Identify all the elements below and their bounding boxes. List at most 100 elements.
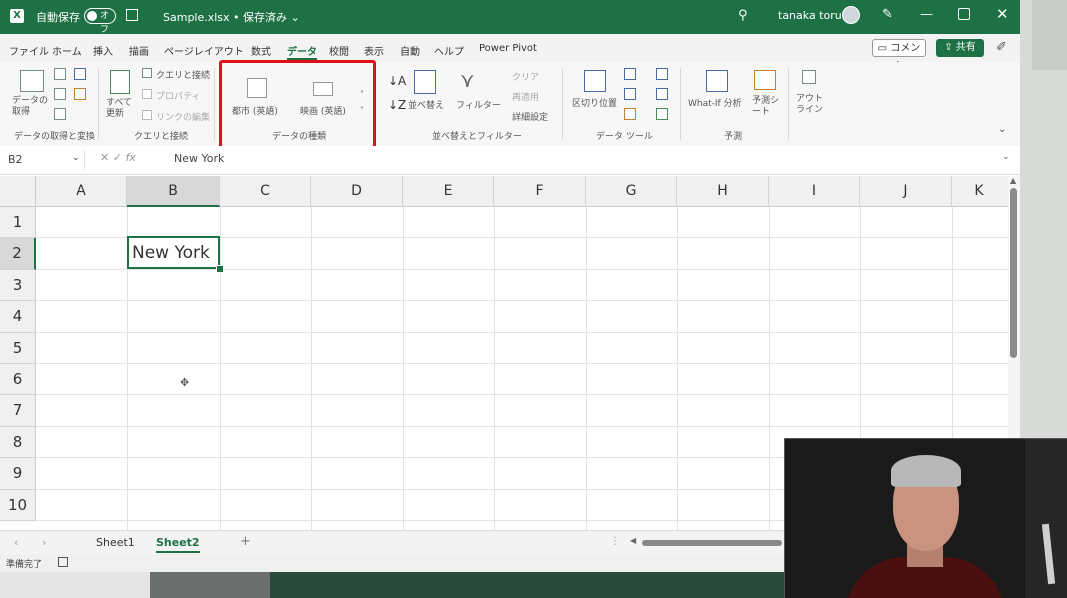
tab-file[interactable]: ファイル xyxy=(9,43,49,58)
cell-b2[interactable]: New York xyxy=(127,236,220,269)
from-table-icon[interactable] xyxy=(54,88,66,100)
tab-draw[interactable]: 描画 xyxy=(129,43,149,58)
tab-review[interactable]: 校閲 xyxy=(329,43,349,58)
avatar[interactable] xyxy=(842,6,860,24)
tab-split-icon[interactable]: ⋮ xyxy=(610,536,620,547)
column-header-k[interactable]: K xyxy=(952,176,1008,207)
column-header-b[interactable]: B xyxy=(127,176,220,207)
text-to-columns-icon[interactable] xyxy=(584,70,606,92)
sort-label[interactable]: 並べ替え xyxy=(408,98,444,111)
existing-connections-icon[interactable] xyxy=(54,108,66,120)
queries-connections-label[interactable]: クエリと接続 xyxy=(156,68,210,81)
tab-formulas[interactable]: 数式 xyxy=(251,43,271,58)
refresh-all-label[interactable]: すべて更新 xyxy=(106,98,136,120)
row-header-5[interactable]: 5 xyxy=(0,332,36,364)
tab-view[interactable]: 表示 xyxy=(364,43,384,58)
chevron-left-icon[interactable]: ‹ xyxy=(14,536,18,549)
scroll-left-icon[interactable]: ◀ xyxy=(630,536,636,545)
pen-icon[interactable]: ✎ xyxy=(882,7,893,22)
column-header-f[interactable]: F xyxy=(494,176,586,207)
forecast-sheet-icon[interactable] xyxy=(754,70,776,90)
get-data-label[interactable]: データの取得 xyxy=(12,96,52,118)
expand-formula-icon[interactable]: ⌄ xyxy=(1002,152,1010,162)
fx-icon[interactable]: fx xyxy=(125,151,135,164)
chevron-right-icon[interactable]: › xyxy=(42,536,46,549)
column-header-i[interactable]: I xyxy=(769,176,860,207)
sort-ascending-icon[interactable]: ↓A xyxy=(388,74,406,88)
minimize-icon[interactable]: — xyxy=(920,7,933,22)
what-if-icon[interactable] xyxy=(706,70,728,92)
fill-handle[interactable] xyxy=(216,265,224,273)
filter-label[interactable]: フィルター xyxy=(456,98,501,111)
column-header-h[interactable]: H xyxy=(677,176,769,207)
accessibility-icon[interactable] xyxy=(58,557,68,567)
consolidate-icon[interactable] xyxy=(656,68,668,80)
scroll-up-icon[interactable]: ▲ xyxy=(1010,176,1016,185)
recent-sources-icon[interactable] xyxy=(74,88,86,100)
row-header-4[interactable]: 4 xyxy=(0,301,36,333)
from-web-icon[interactable] xyxy=(74,68,86,80)
add-sheet-icon[interactable]: + xyxy=(240,534,251,549)
row-header-9[interactable]: 9 xyxy=(0,458,36,490)
horizontal-scroll-thumb[interactable] xyxy=(642,540,782,546)
row-header-10[interactable]: 10 xyxy=(0,489,36,521)
enter-icon[interactable]: ✓ xyxy=(113,151,122,164)
text-to-columns-label[interactable]: 区切り位置 xyxy=(572,96,617,109)
sort-descending-icon[interactable]: ↓Z xyxy=(388,98,406,112)
ribbon-collapse-icon[interactable]: ⌄ xyxy=(998,124,1006,135)
user-name[interactable]: tanaka toru xyxy=(778,9,842,22)
row-header-6[interactable]: 6 xyxy=(0,364,36,396)
cancel-icon[interactable]: ✕ xyxy=(100,151,109,164)
ribbon-pen-icon[interactable]: ✐ xyxy=(996,40,1007,55)
outline-label[interactable]: アウトライン xyxy=(796,94,826,116)
queries-icon[interactable] xyxy=(142,68,152,78)
column-header-g[interactable]: G xyxy=(586,176,677,207)
select-all[interactable] xyxy=(0,176,36,207)
column-header-j[interactable]: J xyxy=(860,176,952,207)
from-text-icon[interactable] xyxy=(54,68,66,80)
tab-power-pivot[interactable]: Power Pivot xyxy=(479,43,537,54)
row-header-7[interactable]: 7 xyxy=(0,395,36,427)
document-title[interactable]: Sample.xlsx • 保存済み ⌄ xyxy=(163,9,300,25)
remove-duplicates-icon[interactable] xyxy=(624,88,636,100)
tab-help[interactable]: ヘルプ xyxy=(434,43,464,58)
tab-automate[interactable]: 自動 xyxy=(400,43,420,58)
chevron-down-icon[interactable]: ⌄ xyxy=(72,153,80,163)
name-box[interactable]: B2 ⌄ xyxy=(4,151,85,169)
column-header-d[interactable]: D xyxy=(311,176,403,207)
tab-data[interactable]: データ xyxy=(287,43,317,60)
vertical-scroll-thumb[interactable] xyxy=(1010,188,1017,358)
filter-icon[interactable]: ⋎ xyxy=(460,68,475,92)
autosave-toggle[interactable]: オフ xyxy=(84,8,116,35)
column-header-c[interactable]: C xyxy=(220,176,311,207)
formula-input[interactable]: New York xyxy=(174,152,224,165)
data-model-icon[interactable] xyxy=(656,108,668,120)
tab-home[interactable]: ホーム xyxy=(52,43,82,58)
tab-page-layout[interactable]: ページレイアウト xyxy=(164,43,244,58)
refresh-all-icon[interactable] xyxy=(110,70,130,94)
row-header-2[interactable]: 2 xyxy=(0,238,36,270)
data-validation-icon[interactable] xyxy=(624,108,636,120)
sheet-tab-sheet2[interactable]: Sheet2 xyxy=(156,536,200,553)
sheet-tab-sheet1[interactable]: Sheet1 xyxy=(96,536,135,549)
column-header-e[interactable]: E xyxy=(403,176,494,207)
close-icon[interactable]: ✕ xyxy=(996,5,1009,23)
comment-button[interactable]: ▭ コメント xyxy=(872,39,926,72)
outline-icon[interactable] xyxy=(802,70,816,84)
what-if-label[interactable]: What-If 分析 xyxy=(688,96,742,109)
row-header-1[interactable]: 1 xyxy=(0,207,36,239)
save-icon[interactable] xyxy=(126,9,138,21)
tab-insert[interactable]: 挿入 xyxy=(93,43,113,58)
sort-icon[interactable] xyxy=(414,70,436,94)
flash-fill-icon[interactable] xyxy=(624,68,636,80)
column-header-a[interactable]: A xyxy=(36,176,127,207)
row-header-8[interactable]: 8 xyxy=(0,426,36,459)
get-data-icon[interactable] xyxy=(20,70,44,92)
forecast-sheet-label[interactable]: 予測シート xyxy=(752,96,782,118)
row-header-3[interactable]: 3 xyxy=(0,269,36,302)
share-button[interactable]: ⇪ 共有 xyxy=(936,39,984,57)
relationships-icon[interactable] xyxy=(656,88,668,100)
advanced-filter[interactable]: 詳細設定 xyxy=(512,110,548,123)
search-icon[interactable]: ⚲ xyxy=(738,8,748,23)
maximize-icon[interactable] xyxy=(958,8,970,20)
